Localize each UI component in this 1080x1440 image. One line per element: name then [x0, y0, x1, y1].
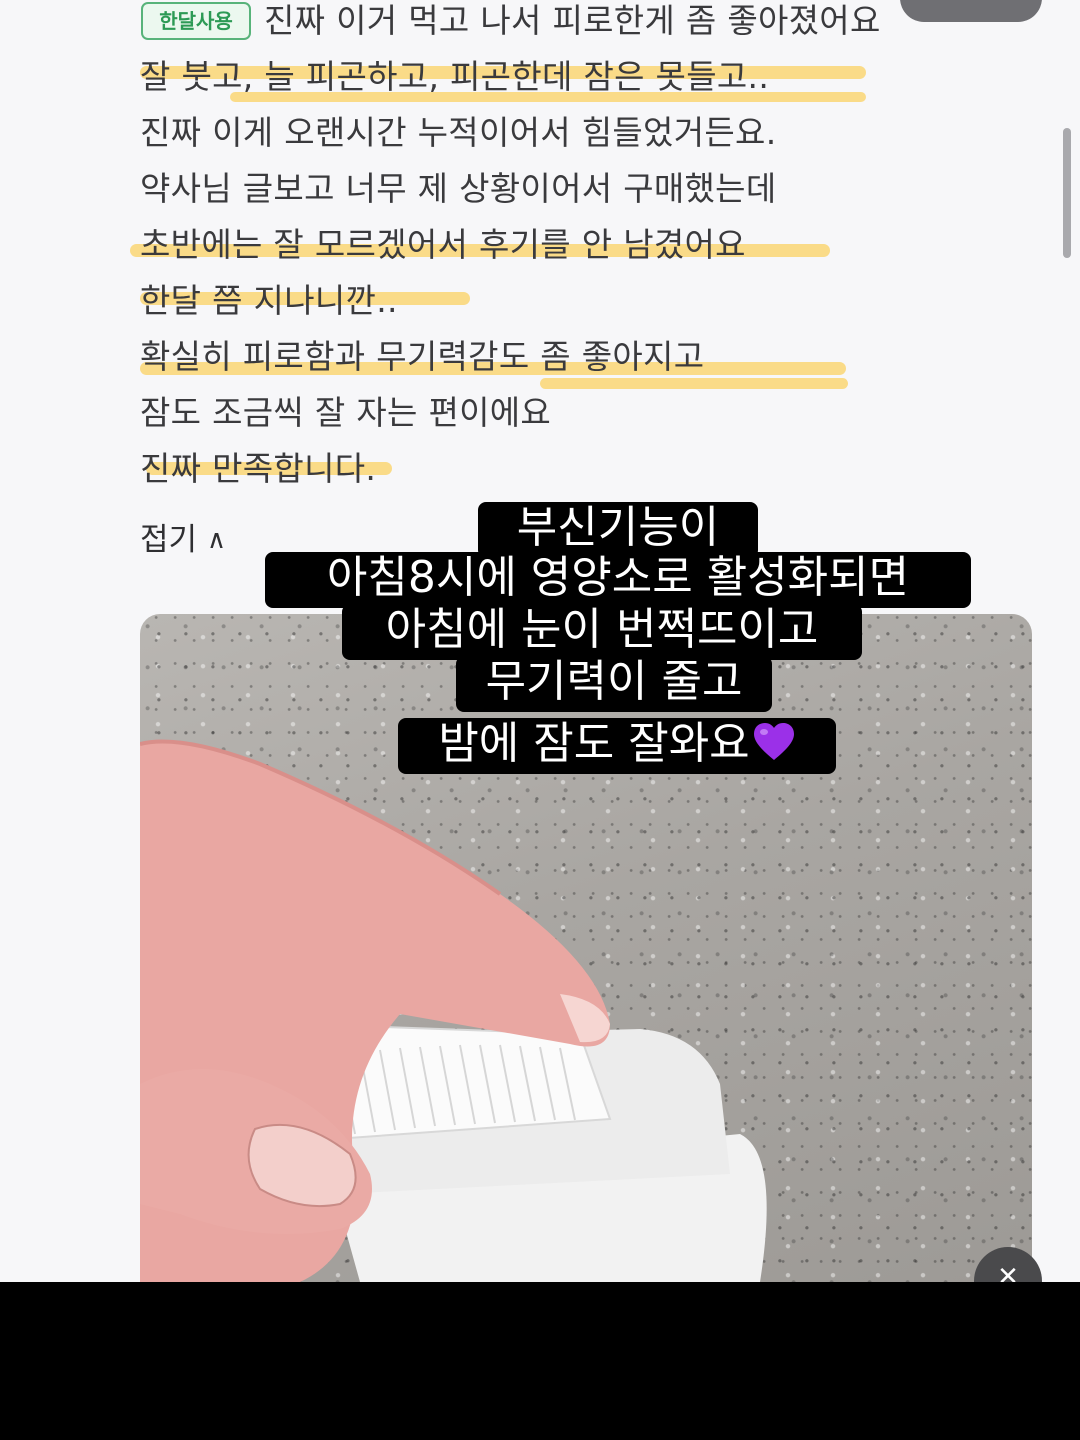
fold-button[interactable]: 접기 ∧: [140, 515, 226, 565]
review-line: 잘 붓고, 늘 피곤하고, 피곤한데 잠은 못들고..: [140, 57, 770, 96]
chevron-up-icon: ∧: [207, 525, 227, 555]
review-line: 약사님 글보고 너무 제 상황이어서 구매했는데: [140, 169, 777, 208]
caption-line: 무기력이 줄고: [456, 656, 772, 712]
review-line: 진짜 만족합니다.: [140, 449, 377, 488]
fold-label: 접기: [140, 522, 198, 558]
review-line: 진짜 이거 먹고 나서 피로한게 좀 좋아졌어요: [264, 1, 881, 40]
caption-line: 밤에 잠도 잘와요: [398, 718, 836, 774]
review-photo[interactable]: [140, 614, 1032, 1282]
page-indicator-pill: [900, 0, 1042, 22]
review-line: 확실히 피로함과 무기력감도 좀 좋아지고: [140, 337, 705, 376]
review-line: 한달 쯤 지나니깐..: [140, 281, 398, 320]
bottom-bar: [0, 1282, 1080, 1440]
review-line: 잠도 조금씩 잘 자는 편이에요: [140, 393, 552, 432]
review-screen: 한달사용 진짜 이거 먹고 나서 피로한게 좀 좋아졌어요 잘 붓고, 늘 피곤…: [0, 0, 1080, 1282]
review-line: 초반에는 잘 모르겠어서 후기를 안 남겼어요: [140, 225, 746, 264]
usage-badge: 한달사용: [141, 2, 251, 40]
caption-line: 아침8시에 영양소로 활성화되면: [265, 552, 971, 608]
hand-holding-bottle-image: [140, 739, 767, 1282]
review-line: 진짜 이게 오랜시간 누적이어서 힘들었거든요.: [140, 113, 777, 152]
caption-line: 부신기능이: [478, 502, 758, 558]
caption-line: 아침에 눈이 번쩍뜨이고: [342, 604, 862, 660]
purple-heart-icon: [753, 723, 794, 760]
scrollbar-thumb[interactable]: [1063, 128, 1071, 258]
